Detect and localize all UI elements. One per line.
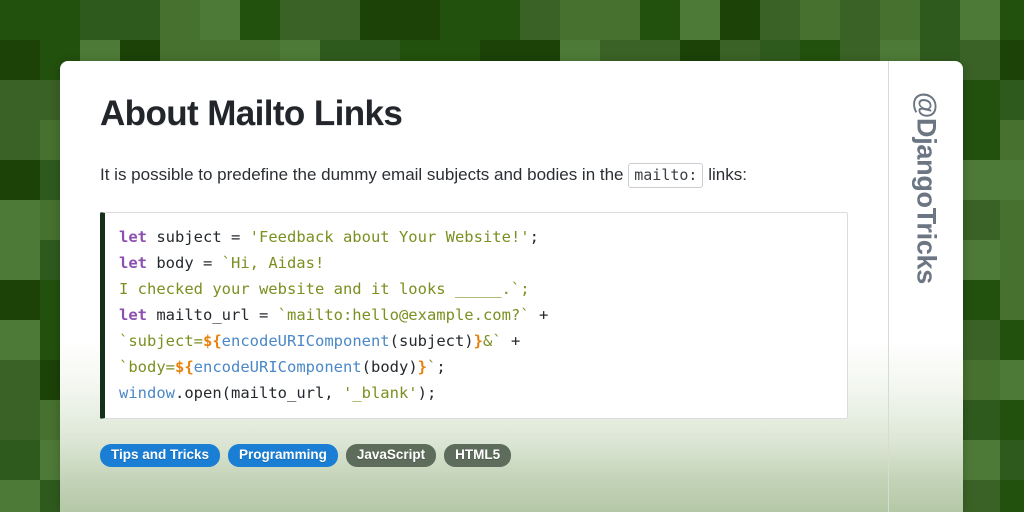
code-token: let [119,228,147,247]
code-token: let [119,306,147,325]
code-token: } [417,358,427,377]
code-token: ; [529,228,539,247]
article-card: About Mailto Links It is possible to pre… [60,61,963,512]
code-token: ` [427,358,437,377]
intro-paragraph: It is possible to predefine the dummy em… [100,160,848,190]
tag-tips-and-tricks[interactable]: Tips and Tricks [100,444,221,467]
code-token: body = [147,254,222,273]
code-token: `Hi, Aidas! [221,254,325,273]
code-token: ${ [203,332,222,351]
code-token: 'Feedback about Your Website!' [249,228,530,247]
tag-javascript[interactable]: JavaScript [345,444,437,467]
code-block: let subject = 'Feedback about Your Websi… [100,212,848,420]
paragraph-text-before: It is possible to predefine the dummy em… [100,165,629,185]
code-token: I checked your website and it looks ____… [119,280,530,299]
inline-code-mailto: mailto: [628,163,704,189]
tag-html5[interactable]: HTML5 [444,444,512,467]
code-token: + [501,332,521,351]
code-token: encodeURIComponent [221,332,390,351]
code-token: ${ [175,358,194,377]
tag-list: Tips and Tricks Programming JavaScript HTML… [100,444,848,467]
code-token: .open(mailto_url, [175,384,343,403]
code-token: &` [483,332,502,351]
code-token: + [529,306,549,325]
code-token: } [473,332,483,351]
code-token: `subject= [119,332,203,351]
brand-handle[interactable]: @DjangoTricks [912,92,942,284]
paragraph-text-after: links: [703,165,747,185]
tag-programming[interactable]: Programming [228,444,338,467]
code-token: encodeURIComponent [193,358,362,377]
code-token: ); [417,384,437,403]
code-token: mailto_url = [147,306,278,325]
code-token: `body= [119,358,175,377]
code-token: window [119,384,175,403]
article-main-column: About Mailto Links It is possible to pre… [60,61,888,512]
code-block-content: let subject = 'Feedback about Your Websi… [119,224,833,406]
code-token: subject = [147,228,250,247]
article-right-rail: @DjangoTricks [888,61,963,512]
code-token: ; [436,358,446,377]
code-token: `mailto:hello@example.com?` [277,306,530,325]
page-title: About Mailto Links [100,94,403,133]
code-token: (subject) [389,332,474,351]
code-token: (body) [361,358,418,377]
code-token: '_blank' [342,384,418,403]
code-token: let [119,254,147,273]
